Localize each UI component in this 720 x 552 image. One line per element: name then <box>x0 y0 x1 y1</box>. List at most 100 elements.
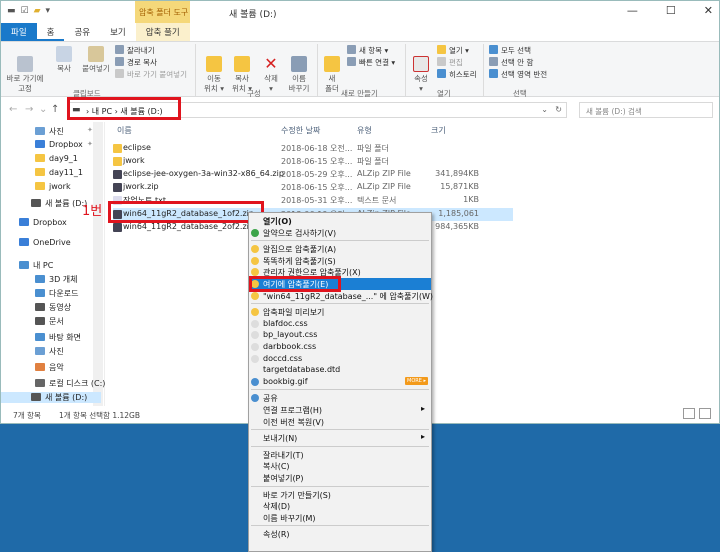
copy-path-button[interactable]: 경로 복사 <box>115 57 157 68</box>
menu-item[interactable]: 열기(O) <box>249 215 431 227</box>
open-button[interactable]: 열기 ▾ <box>437 45 469 56</box>
sidebar-item[interactable]: jwork <box>35 182 71 191</box>
menu-item[interactable]: 속성(R) <box>249 528 431 540</box>
move-to-button[interactable]: 이동 위치 ▾ <box>201 46 227 94</box>
folder-qa-icon[interactable]: ▰ <box>34 6 41 16</box>
tab-share[interactable]: 공유 <box>64 23 100 41</box>
easy-access-label: 빠른 연결 ▾ <box>359 58 396 67</box>
invert-selection-button[interactable]: 선택 영역 반전 <box>489 69 547 80</box>
column-type[interactable]: 유형 <box>357 125 372 136</box>
sidebar-item[interactable]: Dropbox <box>19 218 67 227</box>
rename-button[interactable]: 이름 바꾸기 <box>285 46 313 94</box>
menu-item[interactable]: 똑똑하게 압축풀기(S) <box>249 255 431 267</box>
close-button[interactable]: ✕ <box>704 4 713 17</box>
sidebar-item[interactable]: day9_1 <box>35 154 78 163</box>
recent-button[interactable]: ⌄ <box>39 104 47 115</box>
sidebar-item[interactable]: 문서 <box>35 316 64 327</box>
menu-item[interactable]: 이전 버전 복원(V) <box>249 416 431 428</box>
sidebar-item[interactable]: 음악 <box>35 362 64 373</box>
tab-home[interactable]: 홈 <box>36 23 65 41</box>
menu-item[interactable]: bp_layout.css <box>249 329 431 341</box>
pin-quick-access-button[interactable]: 바로 가기에 고정 <box>5 46 45 94</box>
zip-file-icon <box>113 223 122 232</box>
ribbon-divider <box>483 44 484 96</box>
menu-item[interactable]: 연결 프로그램(H) ▸ <box>249 404 431 416</box>
file-row[interactable]: jwork.zip 2018-06-15 오후... ALZip ZIP File 1… <box>113 181 483 194</box>
column-date[interactable]: 수정한 날짜 <box>281 125 320 136</box>
sidebar-scrollbar[interactable] <box>93 122 103 406</box>
easy-access-button[interactable]: 빠른 연결 ▾ <box>347 57 395 68</box>
menu-item[interactable]: targetdatabase.dtd <box>249 364 431 376</box>
menu-item[interactable]: 알약으로 검사하기(V) <box>249 227 431 239</box>
search-input[interactable]: 새 볼륨 (D:) 검색 <box>579 102 713 118</box>
delete-button[interactable]: ✕ 삭제 ▾ <box>259 46 283 94</box>
sidebar-item[interactable]: 사진 <box>35 126 64 137</box>
sidebar-item[interactable]: Dropbox <box>35 140 83 149</box>
maximize-button[interactable]: ☐ <box>666 4 676 17</box>
menu-item[interactable]: 붙여넣기(P) <box>249 472 431 484</box>
copy-to-button[interactable]: 복사 위치 ▾ <box>229 46 255 94</box>
paste-shortcut-button[interactable]: 바로 가기 붙여넣기 <box>115 69 187 80</box>
sidebar-item[interactable]: 3D 개체 <box>35 274 78 285</box>
edit-button[interactable]: 편집 <box>437 57 463 68</box>
folder-icon <box>35 275 45 283</box>
menu-item[interactable]: 바로 가기 만들기(S) <box>249 489 431 501</box>
large-icons-view-icon[interactable] <box>699 408 711 419</box>
sidebar-item[interactable]: OneDrive <box>19 238 71 247</box>
customize-qa-icon[interactable]: ▾ <box>46 6 51 16</box>
menu-item[interactable]: blafdoc.css <box>249 318 431 330</box>
tab-view[interactable]: 보기 <box>100 23 136 41</box>
sidebar-item[interactable]: 새 볼륨 (D:) <box>31 198 87 209</box>
column-size[interactable]: 크기 <box>431 125 446 136</box>
sidebar-item[interactable]: 새 볼륨 (D:) <box>1 392 101 403</box>
menu-item[interactable]: darbbook.css <box>249 341 431 353</box>
menu-item[interactable]: 압축파일 미리보기 <box>249 306 431 318</box>
more-badge[interactable]: MORE ▸ <box>405 376 428 385</box>
forward-button[interactable]: → <box>25 104 33 115</box>
menu-item[interactable]: 보내기(N) ▸ <box>249 432 431 444</box>
sidebar-item[interactable]: 바탕 화면 <box>35 332 81 343</box>
new-folder-button[interactable]: 새 폴더 <box>321 46 343 94</box>
file-row[interactable]: eclipse 2018-06-18 오전... 파일 폴더 <box>113 142 483 155</box>
menu-item-label: bp_layout.css <box>263 330 318 340</box>
details-view-icon[interactable] <box>683 408 695 419</box>
refresh-icon[interactable]: ↻ <box>555 105 562 114</box>
menu-item-icon <box>251 228 259 237</box>
cut-button[interactable]: 잘라내기 <box>115 45 155 56</box>
sidebar-item[interactable]: day11_1 <box>35 168 83 177</box>
address-dropdown-icon[interactable]: ⌄ <box>541 105 548 114</box>
menu-item[interactable]: 삭제(D) <box>249 500 431 512</box>
copy-button[interactable]: 복사 <box>51 46 77 74</box>
file-row[interactable]: eclipse-jee-oxygen-3a-win32-x86_64.zip 20… <box>113 168 483 181</box>
menu-item[interactable]: 복사(C) <box>249 460 431 472</box>
history-button[interactable]: 히스토리 <box>437 69 477 80</box>
tab-extract[interactable]: 압축 풀기 <box>135 23 190 41</box>
menu-item[interactable]: 공유 <box>249 392 431 404</box>
sidebar-item[interactable]: 로컬 디스크 (C:) <box>35 378 105 389</box>
tab-file[interactable]: 파일 <box>1 23 37 41</box>
sidebar-item-label: 사진 <box>49 127 64 136</box>
sidebar-item[interactable]: 내 PC <box>19 260 53 271</box>
sidebar-item[interactable]: 사진 <box>35 346 64 357</box>
menu-item[interactable]: 알집으로 압축풀기(A) <box>249 243 431 255</box>
back-button[interactable]: ← <box>9 104 17 115</box>
menu-item[interactable]: bookbig.gif MORE ▸ <box>249 376 431 388</box>
minimize-button[interactable]: — <box>627 4 638 17</box>
sidebar-item[interactable]: 다운로드 <box>35 288 78 299</box>
select-all-button[interactable]: 모두 선택 <box>489 45 531 56</box>
annotation-label: 1번 <box>82 204 103 219</box>
new-item-button[interactable]: 새 항목 ▾ <box>347 45 388 56</box>
sidebar-item[interactable]: 동영상 <box>35 302 71 313</box>
paste-button[interactable]: 붙여넣기 <box>79 46 113 74</box>
column-name[interactable]: 이름 <box>117 125 132 136</box>
menu-item[interactable]: 이름 바꾸기(M) <box>249 512 431 524</box>
menu-item[interactable]: 잘라내기(T) <box>249 449 431 461</box>
properties-button[interactable]: 속성 ▾ <box>409 46 433 94</box>
up-button[interactable]: ↑ <box>51 104 59 115</box>
file-name: jwork.zip <box>123 182 159 191</box>
menu-item-label: 이전 버전 복원(V) <box>263 417 324 427</box>
file-row[interactable]: jwork 2018-06-15 오후... 파일 폴더 <box>113 155 483 168</box>
properties-qa-icon[interactable]: ☑ <box>21 6 29 16</box>
select-none-button[interactable]: 선택 안 함 <box>489 57 533 68</box>
menu-item[interactable]: doccd.css <box>249 353 431 365</box>
